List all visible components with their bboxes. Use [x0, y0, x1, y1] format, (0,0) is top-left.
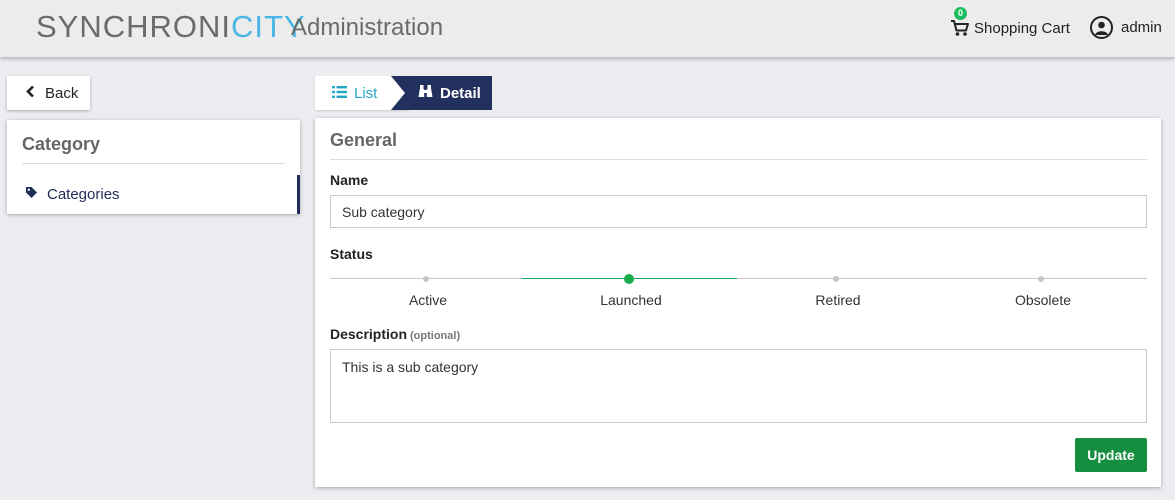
- back-button[interactable]: Back: [7, 76, 90, 110]
- description-label: Description (optional): [330, 326, 460, 342]
- status-step-dot-retired[interactable]: [833, 276, 839, 282]
- description-field[interactable]: This is a sub category: [330, 349, 1147, 423]
- name-field[interactable]: [330, 195, 1147, 228]
- tab-list-label: List: [354, 84, 378, 102]
- binoculars-icon: [418, 84, 433, 102]
- sidebar-title: Category: [22, 134, 101, 154]
- status-track: [330, 278, 1147, 279]
- tab-arrow-divider: [391, 76, 405, 110]
- status-step-obsolete[interactable]: Obsolete: [983, 292, 1103, 308]
- optional-hint: (optional): [410, 330, 461, 342]
- user-name: admin: [1121, 18, 1162, 36]
- cart-icon: 0: [950, 7, 970, 38]
- tab-detail-label: Detail: [440, 84, 481, 102]
- status-step-retired[interactable]: Retired: [778, 292, 898, 308]
- sidebar-item-label: Categories: [47, 186, 120, 203]
- status-label: Status: [330, 246, 373, 262]
- status-step-launched[interactable]: Launched: [571, 292, 691, 308]
- update-button[interactable]: Update: [1075, 438, 1147, 472]
- synchronicity-logo[interactable]: SYNCHRONICITY: [36, 9, 306, 44]
- user-avatar-icon: [1090, 15, 1113, 39]
- logo-text-primary: SYNCHRONI: [36, 9, 232, 44]
- app-title: Administration: [291, 14, 444, 41]
- status-step-dot-active[interactable]: [423, 276, 429, 282]
- status-step-active[interactable]: Active: [368, 292, 488, 308]
- shopping-cart-button[interactable]: 0 Shopping Cart: [950, 7, 1070, 39]
- status-step-dot-obsolete[interactable]: [1038, 276, 1044, 282]
- back-label: Back: [45, 84, 79, 102]
- divider: [22, 163, 285, 164]
- tab-detail[interactable]: Detail: [391, 76, 492, 110]
- cart-label: Shopping Cart: [974, 19, 1070, 37]
- tag-icon: [25, 186, 38, 203]
- name-label: Name: [330, 172, 369, 188]
- top-header: SYNCHRONICITY Administration 0 Shopping …: [0, 0, 1175, 57]
- detail-card: General Name Status Active Launched Reti…: [315, 118, 1161, 487]
- sidebar-item-categories[interactable]: Categories: [7, 175, 300, 214]
- cart-count-badge: 0: [954, 7, 967, 20]
- status-step-dot-launched[interactable]: [624, 274, 634, 284]
- chevron-left-icon: [26, 85, 35, 102]
- list-icon: [332, 85, 347, 102]
- divider: [330, 159, 1147, 160]
- user-menu[interactable]: admin: [1090, 15, 1162, 39]
- category-sidebar: Category Categories: [7, 120, 300, 214]
- section-title: General: [330, 130, 398, 150]
- description-label-text: Description: [330, 326, 408, 342]
